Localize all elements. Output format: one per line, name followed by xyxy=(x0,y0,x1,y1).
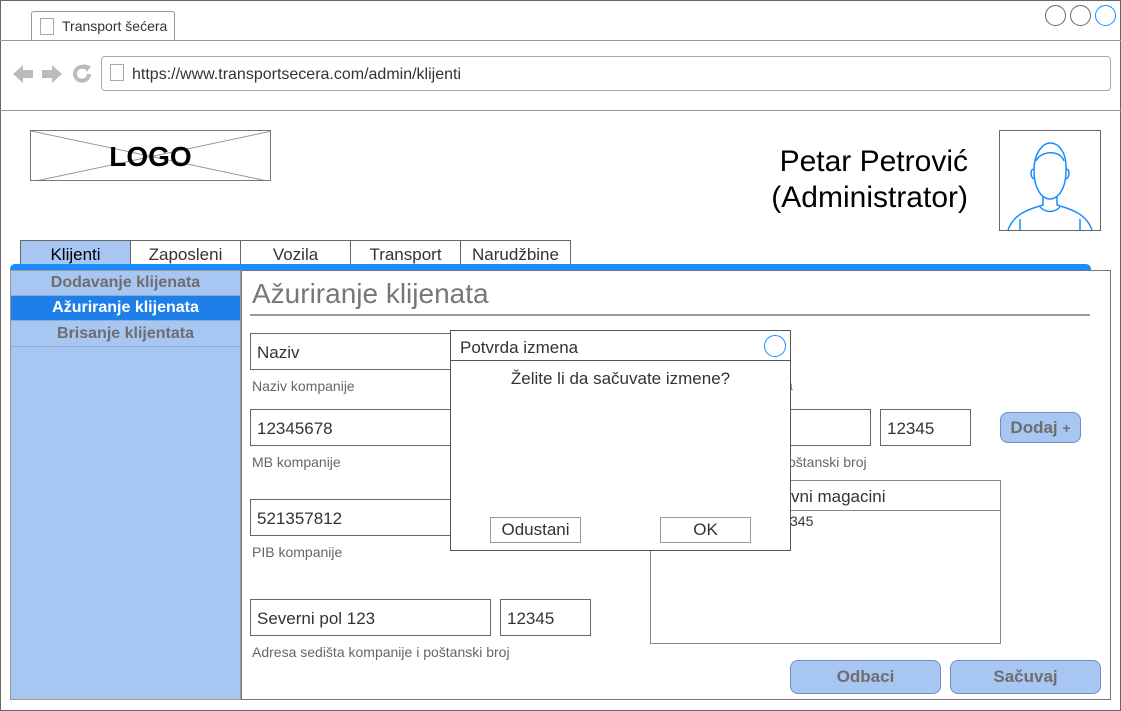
cancel-button[interactable]: Odustani xyxy=(490,517,581,543)
save-button[interactable]: Sačuvaj xyxy=(950,660,1101,694)
back-arrow-icon[interactable] xyxy=(11,62,35,90)
add-button-label: Dodaj xyxy=(1010,418,1058,437)
user-role: (Administrator) xyxy=(771,181,968,214)
minimize-window-button[interactable] xyxy=(1045,5,1066,26)
browser-tab[interactable]: Transport šećera xyxy=(31,11,175,41)
pib-caption: PIB kompanije xyxy=(252,544,343,560)
ok-button[interactable]: OK xyxy=(660,517,751,543)
forward-arrow-icon[interactable] xyxy=(40,62,64,90)
list-item[interactable]: 345 xyxy=(790,513,813,529)
logo: LOGO xyxy=(30,130,271,181)
page-icon xyxy=(40,18,54,35)
avatar[interactable] xyxy=(999,130,1101,231)
address-bar[interactable]: https://www.transportsecera.com/admin/kl… xyxy=(101,56,1111,91)
user-silhouette-icon xyxy=(1007,142,1093,231)
dialog-message: Želite li da sačuvate izmene? xyxy=(510,369,731,388)
add-button[interactable]: Dodaj + xyxy=(1000,412,1081,443)
maximize-window-button[interactable] xyxy=(1070,5,1091,26)
plus-icon: + xyxy=(1062,420,1071,436)
tab-strip-divider xyxy=(0,40,1121,41)
address-input[interactable]: Severni pol 123 xyxy=(250,599,491,636)
mb-caption: MB kompanije xyxy=(252,454,341,470)
title-divider xyxy=(250,314,1090,316)
page-title: Ažuriranje klijenata xyxy=(252,278,489,309)
close-icon[interactable] xyxy=(764,335,786,357)
user-display: Petar Petrović (Administrator) xyxy=(700,144,968,216)
reload-icon[interactable] xyxy=(70,62,94,90)
logo-text: LOGO xyxy=(109,141,192,172)
sidebar-item-dodavanje[interactable]: Dodavanje klijenata xyxy=(11,271,240,296)
close-window-button[interactable] xyxy=(1095,5,1116,26)
warehouse-caption: oštanski broj xyxy=(788,454,867,470)
dialog-title: Potvrda izmena xyxy=(460,338,579,357)
user-name: Petar Petrović xyxy=(779,145,968,178)
naziv-caption: Naziv kompanije xyxy=(252,378,355,394)
discard-button[interactable]: Odbaci xyxy=(790,660,941,694)
page-icon xyxy=(110,64,124,81)
sidebar-item-azuriranje[interactable]: Ažuriranje klijenata xyxy=(11,296,240,321)
url-text: https://www.transportsecera.com/admin/kl… xyxy=(132,66,462,83)
address-caption: Adresa sedišta kompanije i poštanski bro… xyxy=(252,644,510,660)
toolbar-divider xyxy=(0,110,1121,111)
sidebar-item-brisanje[interactable]: Brisanje klijentata xyxy=(11,322,240,347)
postal-code-input[interactable]: 12345 xyxy=(500,599,591,636)
warehouse-postal-input[interactable]: 12345 xyxy=(880,409,971,446)
dialog-header: Potvrda izmena xyxy=(450,330,791,361)
warehouse-list-title: vni magacini xyxy=(791,487,886,506)
browser-tab-title: Transport šećera xyxy=(62,18,168,34)
